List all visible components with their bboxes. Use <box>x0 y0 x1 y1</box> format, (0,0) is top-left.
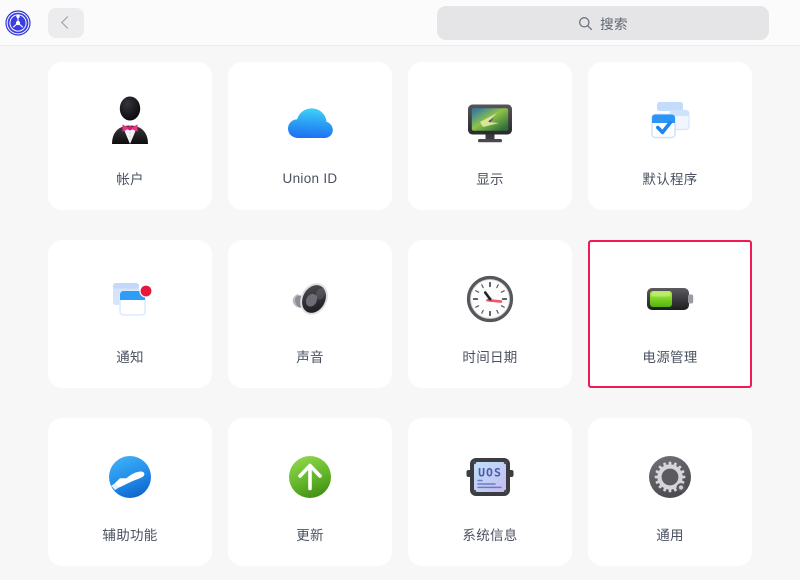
back-button[interactable] <box>48 7 84 38</box>
system-info-chip-icon: UOS <box>459 446 521 508</box>
module-card-accounts[interactable]: 帐户 <box>48 62 212 210</box>
module-label: 通用 <box>656 528 684 543</box>
search-bar[interactable]: 搜索 <box>437 6 769 40</box>
battery-icon <box>639 268 701 330</box>
module-label: 系统信息 <box>462 528 518 543</box>
cloud-icon <box>279 93 341 155</box>
module-label: 更新 <box>296 528 324 543</box>
search-placeholder: 搜索 <box>600 17 628 32</box>
module-card-update[interactable]: 更新 <box>228 418 392 566</box>
module-label: 辅助功能 <box>102 528 158 543</box>
module-card-general[interactable]: 通用 <box>588 418 752 566</box>
module-label: 显示 <box>476 172 504 187</box>
module-label: 默认程序 <box>642 172 698 187</box>
monitor-icon <box>459 90 521 152</box>
module-card-system-info[interactable]: UOS 系统信息 <box>408 418 572 566</box>
module-card-union-id[interactable]: Union ID <box>228 62 392 210</box>
notification-windows-badge-icon <box>99 268 161 330</box>
titlebar: 搜索 <box>0 0 800 46</box>
module-label: Union ID <box>282 170 338 186</box>
module-label: 通知 <box>116 350 144 365</box>
module-label: 声音 <box>296 350 324 365</box>
module-card-sound[interactable]: 声音 <box>228 240 392 388</box>
clock-icon <box>459 268 521 330</box>
update-arrow-up-icon <box>279 446 341 508</box>
module-label: 电源管理 <box>642 350 698 365</box>
search-icon <box>579 16 593 30</box>
speaker-icon <box>279 268 341 330</box>
user-avatar-icon <box>99 90 161 152</box>
search-input[interactable]: 搜索 <box>437 6 769 40</box>
default-apps-check-icon <box>639 90 701 152</box>
module-card-default-apps[interactable]: 默认程序 <box>588 62 752 210</box>
svg-text:UOS: UOS <box>478 466 502 480</box>
control-center-window: 搜索 帐户 Union ID 显示 默认程序 通知 声音 时间日期 电源管理 辅… <box>0 0 800 580</box>
chevron-left-icon <box>61 16 74 29</box>
module-label: 帐户 <box>116 172 144 187</box>
control-center-gear-logo-icon <box>4 9 32 37</box>
module-card-display[interactable]: 显示 <box>408 62 572 210</box>
general-gear-icon <box>639 446 701 508</box>
module-card-datetime[interactable]: 时间日期 <box>408 240 572 388</box>
settings-module-grid: 帐户 Union ID 显示 默认程序 通知 声音 时间日期 电源管理 辅助功能… <box>0 46 800 580</box>
module-card-power-management[interactable]: 电源管理 <box>588 240 752 388</box>
module-card-notifications[interactable]: 通知 <box>48 240 212 388</box>
module-label: 时间日期 <box>462 350 518 365</box>
module-card-accessibility[interactable]: 辅助功能 <box>48 418 212 566</box>
accessibility-hand-icon <box>99 446 161 508</box>
